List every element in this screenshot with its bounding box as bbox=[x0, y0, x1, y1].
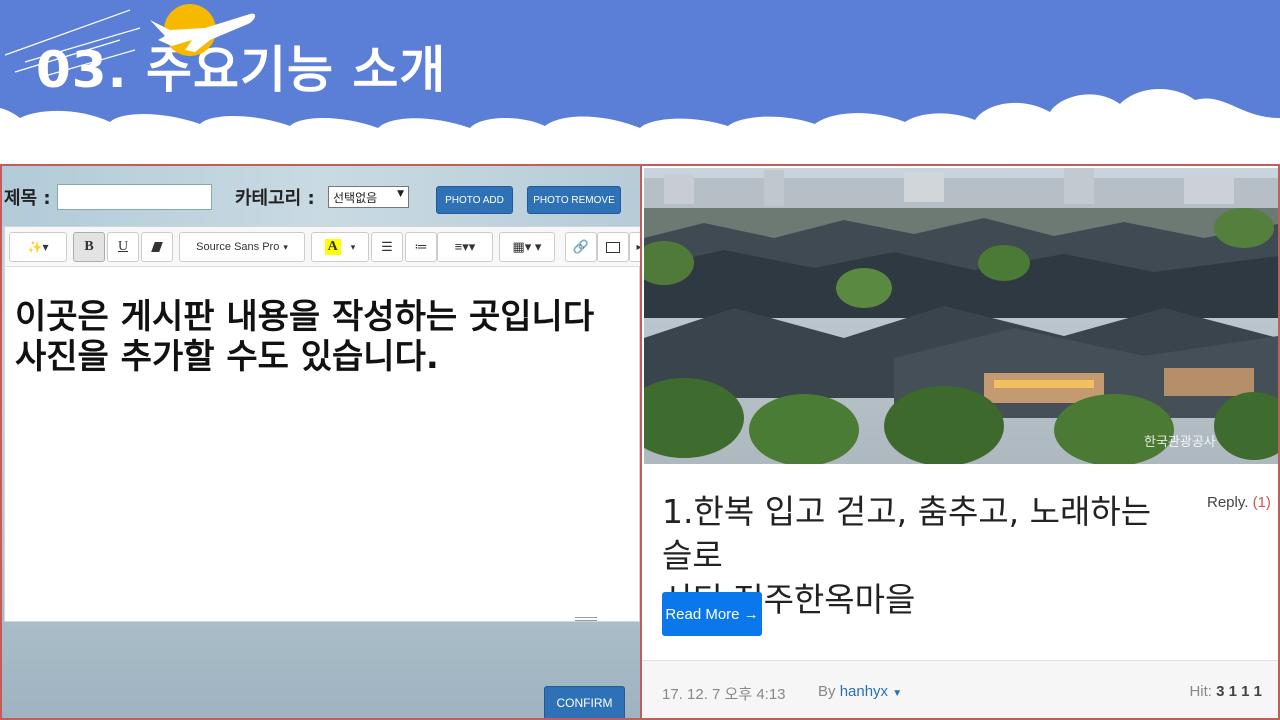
hit-value: 3 1 1 1 bbox=[1216, 683, 1262, 700]
bold-button[interactable]: B bbox=[73, 232, 105, 262]
table-dropdown[interactable]: ▦▾ ▾ bbox=[499, 232, 555, 262]
post-date: 17. 12. 7 오후 4:13 bbox=[662, 686, 786, 703]
caret-down-icon[interactable]: ▼ bbox=[892, 688, 902, 699]
underline-button[interactable]: U bbox=[107, 232, 139, 262]
chevron-down-icon: ▾ bbox=[283, 241, 288, 252]
eraser-button[interactable] bbox=[141, 232, 173, 262]
rich-text-editor: ✨▾ B U Source Sans Pro ▾ A ▾ ☰ ≔ ≡▾▾ ▦▾ … bbox=[4, 226, 640, 622]
post-thumbnail-image[interactable]: 한국관광공사 bbox=[644, 168, 1278, 464]
eraser-icon bbox=[151, 242, 163, 252]
font-family-value: Source Sans Pro bbox=[196, 241, 280, 253]
read-more-button[interactable]: Read More → bbox=[662, 592, 762, 636]
table-icon: ▦▾ ▾ bbox=[512, 239, 542, 254]
reply-label: Reply. bbox=[1207, 494, 1249, 511]
header-banner: 03. 주요기능 소개 bbox=[0, 0, 1280, 160]
bullet-list-icon: ☰ bbox=[381, 239, 393, 254]
paragraph-align-dropdown[interactable]: ≡▾▾ bbox=[437, 232, 493, 262]
photo-add-button[interactable]: PHOTO ADD bbox=[436, 186, 513, 214]
insert-picture-button[interactable] bbox=[597, 232, 629, 262]
photo-watermark: 한국관광공사 bbox=[1144, 435, 1216, 450]
author-link[interactable]: hanhyx bbox=[840, 683, 888, 700]
link-icon: 🔗 bbox=[572, 239, 590, 254]
editor-content[interactable]: 이곳은 게시판 내용을 작성하는 곳입니다 사진을 추가할 수도 있습니다. bbox=[15, 297, 640, 377]
photo-remove-button[interactable]: PHOTO REMOVE bbox=[527, 186, 621, 214]
category-select[interactable]: 선택없음 ▼ bbox=[328, 186, 409, 208]
chevron-down-icon: ▾ bbox=[350, 241, 356, 252]
editor-form-row: 제목 : 카테고리 : 선택없음 ▼ PHOTO ADD PHOTO REMOV… bbox=[2, 174, 640, 214]
editor-toolbar: ✨▾ B U Source Sans Pro ▾ A ▾ ☰ ≔ ≡▾▾ ▦▾ … bbox=[5, 227, 640, 267]
by-label: By bbox=[818, 683, 836, 700]
magic-wand-icon: ✨▾ bbox=[27, 240, 49, 254]
editor-content-line: 사진을 추가할 수도 있습니다. bbox=[15, 337, 439, 377]
category-selected-value: 선택없음 bbox=[333, 191, 378, 205]
hit-label: Hit: bbox=[1189, 683, 1212, 700]
align-left-icon: ≡▾▾ bbox=[454, 239, 476, 254]
title-label: 제목 : bbox=[4, 188, 51, 209]
hit-count: Hit: 3 1 1 1 bbox=[1189, 683, 1262, 700]
unordered-list-button[interactable]: ☰ bbox=[371, 232, 403, 262]
title-input[interactable] bbox=[57, 184, 212, 210]
airplane-sun-icon bbox=[4, 4, 256, 77]
link-button[interactable]: 🔗 bbox=[565, 232, 597, 262]
picture-icon bbox=[606, 241, 620, 253]
post-card: 한국관광공사 1.한복 입고 걷고, 춤추고, 노래하는 슬로 시티 전주한옥마… bbox=[640, 164, 1280, 720]
font-family-dropdown[interactable]: Source Sans Pro ▾ bbox=[179, 232, 305, 262]
post-editor-panel: 제목 : 카테고리 : 선택없음 ▼ PHOTO ADD PHOTO REMOV… bbox=[0, 164, 640, 720]
editor-content-line: 이곳은 게시판 내용을 작성하는 곳입니다 bbox=[15, 297, 595, 337]
video-button[interactable]: ▸ bbox=[629, 232, 640, 262]
reply-number: (1) bbox=[1252, 494, 1271, 511]
dropdown-arrow-icon: ▼ bbox=[397, 189, 404, 199]
ordered-list-button[interactable]: ≔ bbox=[405, 232, 437, 262]
resize-grip-icon[interactable] bbox=[575, 617, 597, 621]
hanok-village-photo: 한국관광공사 bbox=[644, 168, 1278, 464]
category-label: 카테고리 : bbox=[235, 188, 315, 209]
post-footer: 17. 12. 7 오후 4:13 By hanhyx ▼ Hit: 3 1 1… bbox=[642, 660, 1278, 718]
post-author-info: By hanhyx ▼ bbox=[818, 683, 902, 700]
magic-style-dropdown[interactable]: ✨▾ bbox=[9, 232, 67, 262]
post-title-line: 1.한복 입고 걷고, 춤추고, 노래하는 슬로 bbox=[662, 492, 1152, 575]
text-color-icon: A bbox=[324, 239, 341, 255]
text-color-dropdown[interactable]: A ▾ bbox=[311, 232, 369, 262]
reply-count[interactable]: Reply. (1) bbox=[1207, 494, 1271, 511]
confirm-button[interactable]: CONFIRM bbox=[544, 686, 625, 718]
numbered-list-icon: ≔ bbox=[414, 239, 428, 254]
